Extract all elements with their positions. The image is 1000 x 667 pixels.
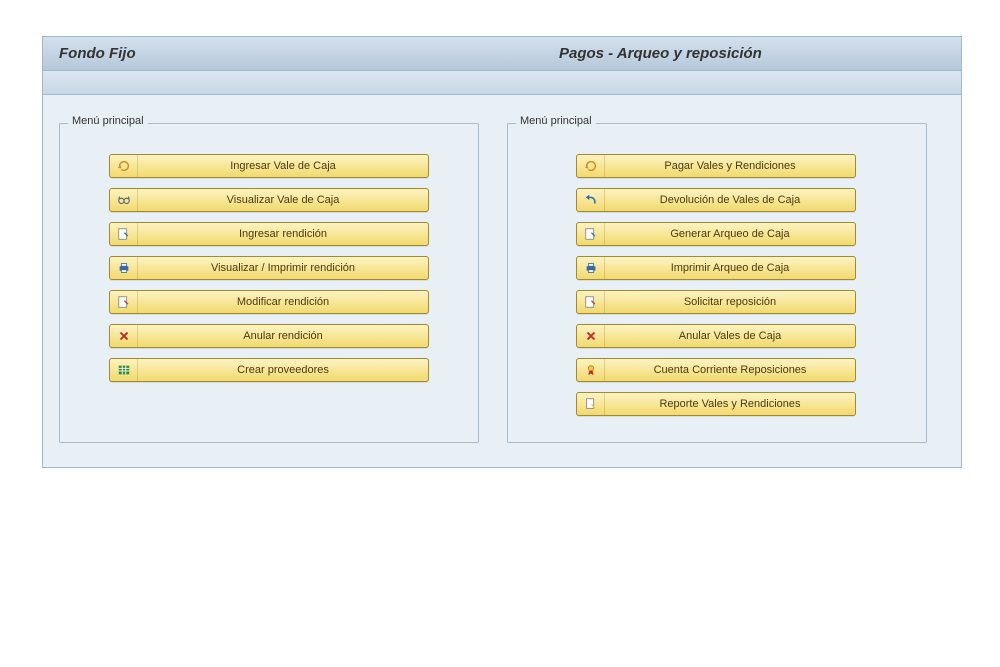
panel-pagos-arqueo: Menú principal Pagar Vales y Rendiciones… <box>507 123 927 443</box>
grid-icon <box>110 359 138 381</box>
pencil-icon <box>110 223 138 245</box>
btn-label: Crear proveedores <box>138 359 428 381</box>
btn-label: Anular Vales de Caja <box>605 325 855 347</box>
btn-label: Visualizar Vale de Caja <box>138 189 428 211</box>
btn-cuenta-corriente[interactable]: Cuenta Corriente Reposiciones <box>576 358 856 382</box>
redpencil-icon <box>110 291 138 313</box>
btn-label: Pagar Vales y Rendiciones <box>605 155 855 177</box>
btn-reporte-vales[interactable]: Reporte Vales y Rendiciones <box>576 392 856 416</box>
btn-pagar-vales[interactable]: Pagar Vales y Rendiciones <box>576 154 856 178</box>
refresh-icon <box>110 155 138 177</box>
btn-ingresar-rendicion[interactable]: Ingresar rendición <box>109 222 429 246</box>
btn-solicitar-reposicion[interactable]: Solicitar reposición <box>576 290 856 314</box>
undo-icon <box>577 189 605 211</box>
btn-label: Ingresar rendición <box>138 223 428 245</box>
btn-label: Modificar rendición <box>138 291 428 313</box>
btn-modificar-rendicion[interactable]: Modificar rendición <box>109 290 429 314</box>
btn-anular-rendicion[interactable]: Anular rendición <box>109 324 429 348</box>
panel-title-right: Menú principal <box>516 115 596 127</box>
btn-generar-arqueo[interactable]: Generar Arqueo de Caja <box>576 222 856 246</box>
glasses-icon <box>110 189 138 211</box>
x-icon <box>577 325 605 347</box>
btn-label: Generar Arqueo de Caja <box>605 223 855 245</box>
panel-title-left: Menú principal <box>68 115 148 127</box>
header-title-right: Pagos - Arqueo y reposición <box>519 45 945 62</box>
btn-crear-proveedores[interactable]: Crear proveedores <box>109 358 429 382</box>
btn-label: Anular rendición <box>138 325 428 347</box>
panel-fondo-fijo: Menú principal Ingresar Vale de Caja Vis… <box>59 123 479 443</box>
btn-label: Imprimir Arqueo de Caja <box>605 257 855 279</box>
btn-label: Visualizar / Imprimir rendición <box>138 257 428 279</box>
x-icon <box>110 325 138 347</box>
btn-ingresar-vale[interactable]: Ingresar Vale de Caja <box>109 154 429 178</box>
redpencil-icon <box>577 291 605 313</box>
printer-icon <box>110 257 138 279</box>
btn-devolucion-vales[interactable]: Devolución de Vales de Caja <box>576 188 856 212</box>
main-window: Fondo Fijo Pagos - Arqueo y reposición M… <box>42 36 962 468</box>
btn-label: Devolución de Vales de Caja <box>605 189 855 211</box>
content-area: Menú principal Ingresar Vale de Caja Vis… <box>43 95 961 467</box>
btn-label: Solicitar reposición <box>605 291 855 313</box>
doc-icon <box>577 393 605 415</box>
btn-imprimir-arqueo[interactable]: Imprimir Arqueo de Caja <box>576 256 856 280</box>
header-title-left: Fondo Fijo <box>59 45 519 62</box>
btn-label: Reporte Vales y Rendiciones <box>605 393 855 415</box>
medal-icon <box>577 359 605 381</box>
header-bar: Fondo Fijo Pagos - Arqueo y reposición <box>43 37 961 71</box>
refresh-icon <box>577 155 605 177</box>
btn-label: Ingresar Vale de Caja <box>138 155 428 177</box>
bluepencil-icon <box>577 223 605 245</box>
btn-visualizar-imprimir-rendicion[interactable]: Visualizar / Imprimir rendición <box>109 256 429 280</box>
btn-anular-vales[interactable]: Anular Vales de Caja <box>576 324 856 348</box>
printer-icon <box>577 257 605 279</box>
btn-label: Cuenta Corriente Reposiciones <box>605 359 855 381</box>
toolbar-sub-bar <box>43 71 961 95</box>
btn-visualizar-vale[interactable]: Visualizar Vale de Caja <box>109 188 429 212</box>
